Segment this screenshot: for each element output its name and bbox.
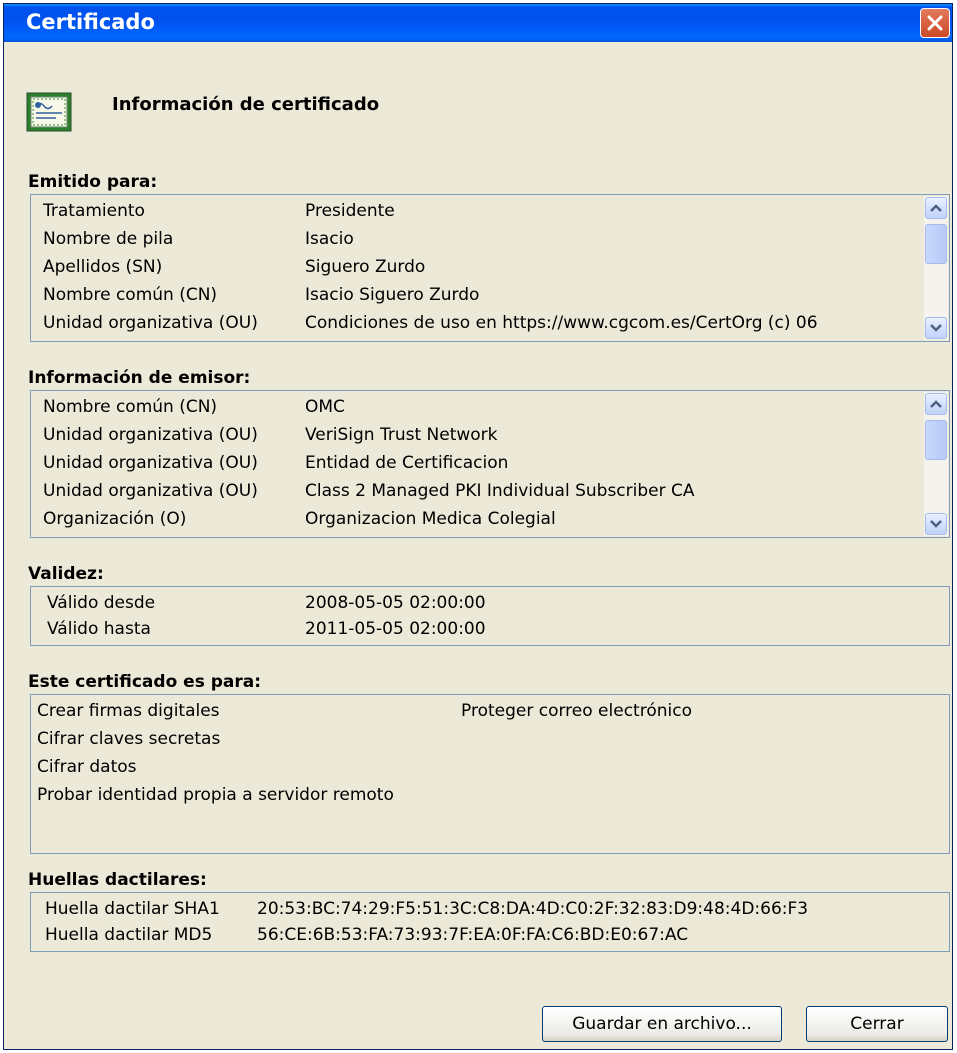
close-button[interactable]: Cerrar (806, 1006, 948, 1042)
chevron-up-icon (930, 400, 942, 408)
purposes-label: Este certificado es para: (28, 672, 262, 692)
issuer-key: Nombre común (CN) (43, 397, 218, 417)
purpose-item: Proteger correo electrónico (461, 701, 692, 721)
certificate-dialog: Certificado Información de certificado E… (3, 3, 953, 1050)
chevron-down-icon (930, 324, 942, 332)
issued-to-value: Isacio (305, 229, 354, 249)
issuer-key: Unidad organizativa (OU) (43, 425, 258, 445)
purpose-item: Crear firmas digitales (37, 701, 220, 721)
purpose-item: Probar identidad propia a servidor remot… (37, 785, 394, 805)
scroll-up-button[interactable] (925, 393, 947, 415)
validity-value: 2008-05-05 02:00:00 (305, 593, 486, 613)
fingerprint-value: 20:53:BC:74:29:F5:51:3C:C8:DA:4D:C0:2F:3… (257, 899, 809, 919)
issuer-value: Class 2 Managed PKI Individual Subscribe… (305, 481, 695, 501)
issued-to-list[interactable]: Tratamiento Presidente Nombre de pila Is… (30, 194, 950, 342)
scroll-thumb[interactable] (925, 420, 947, 460)
scroll-down-button[interactable] (925, 513, 947, 535)
close-window-button[interactable] (920, 8, 950, 38)
issuer-scrollbar[interactable] (924, 392, 948, 536)
fingerprints-label: Huellas dactilares: (28, 870, 207, 890)
validity-value: 2011-05-05 02:00:00 (305, 619, 486, 639)
window-title: Certificado (26, 10, 155, 34)
issued-to-label: Emitido para: (28, 172, 158, 192)
chevron-up-icon (930, 204, 942, 212)
certificate-icon (26, 92, 72, 132)
fingerprint-value: 56:CE:6B:53:FA:73:93:7F:EA:0F:FA:C6:BD:E… (257, 925, 689, 945)
issuer-key: Unidad organizativa (OU) (43, 453, 258, 473)
validity-box: Válido desde 2008-05-05 02:00:00 Válido … (30, 586, 950, 646)
issued-to-key: Tratamiento (43, 201, 145, 221)
validity-key: Válido desde (47, 593, 156, 613)
scroll-thumb[interactable] (925, 224, 947, 264)
scroll-up-button[interactable] (925, 197, 947, 219)
scroll-down-button[interactable] (925, 317, 947, 339)
validity-key: Válido hasta (47, 619, 151, 639)
header-title: Información de certificado (112, 94, 380, 115)
issued-to-key: Unidad organizativa (OU) (43, 313, 258, 333)
issued-to-key: Apellidos (SN) (43, 257, 163, 277)
close-icon (927, 15, 943, 31)
title-bar[interactable]: Certificado (4, 4, 952, 42)
purpose-item: Cifrar claves secretas (37, 729, 221, 749)
issued-to-scrollbar[interactable] (924, 196, 948, 340)
issuer-value: OMC (305, 397, 345, 417)
issued-to-key: Nombre común (CN) (43, 285, 218, 305)
issuer-value: Organizacion Medica Colegial (305, 509, 556, 529)
issuer-list[interactable]: Nombre común (CN) OMC Unidad organizativ… (30, 390, 950, 538)
fingerprints-box: Huella dactilar SHA1 20:53:BC:74:29:F5:5… (30, 892, 950, 952)
issued-to-value: Siguero Zurdo (305, 257, 426, 277)
purpose-item: Cifrar datos (37, 757, 137, 777)
issued-to-key: Nombre de pila (43, 229, 174, 249)
fingerprint-key: Huella dactilar MD5 (45, 925, 213, 945)
issuer-label: Información de emisor: (28, 368, 251, 388)
issuer-key: Unidad organizativa (OU) (43, 481, 258, 501)
save-to-file-button[interactable]: Guardar en archivo... (542, 1006, 782, 1042)
chevron-down-icon (930, 520, 942, 528)
issued-to-value: Presidente (305, 201, 395, 221)
validity-label: Validez: (28, 564, 104, 584)
issuer-key: Organización (O) (43, 509, 187, 529)
issued-to-value: Condiciones de uso en https://www.cgcom.… (305, 313, 818, 333)
purposes-box: Crear firmas digitales Cifrar claves sec… (30, 694, 950, 854)
issued-to-value: Isacio Siguero Zurdo (305, 285, 480, 305)
fingerprint-key: Huella dactilar SHA1 (45, 899, 220, 919)
issuer-value: Entidad de Certificacion (305, 453, 509, 473)
issuer-value: VeriSign Trust Network (305, 425, 498, 445)
